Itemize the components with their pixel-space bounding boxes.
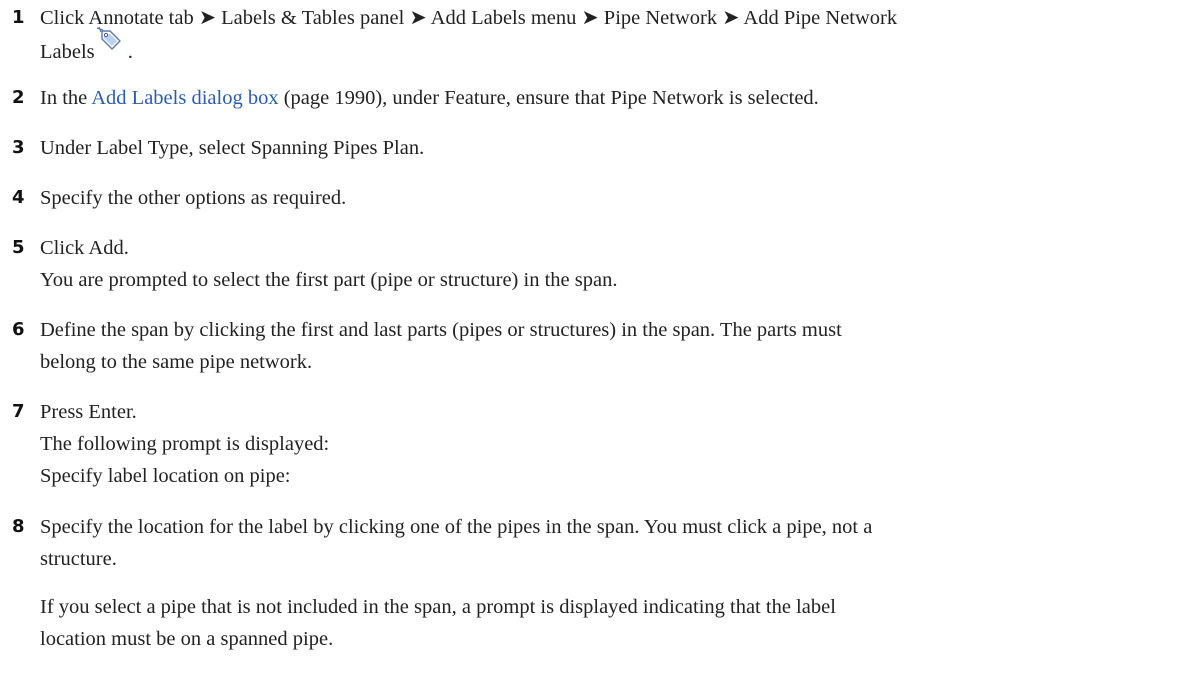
- step-text-post: (page 1990), under Feature, ensure that …: [278, 87, 819, 109]
- step-number: 1: [12, 7, 25, 28]
- step-text: Click Annotate tab ➤ Labels & Tables pan…: [40, 7, 898, 29]
- step-note-continued: location must be on a spanned pipe.: [40, 628, 334, 650]
- step-number: 6: [12, 319, 25, 340]
- step-number: 4: [12, 187, 25, 208]
- step-number: 7: [12, 401, 25, 422]
- step-text-continued: structure.: [40, 548, 117, 570]
- step-note: If you select a pipe that is not include…: [40, 596, 836, 618]
- add-pipe-network-labels-icon: [95, 26, 123, 50]
- step-text: In the Add Labels dialog box (page 1990)…: [40, 83, 1188, 113]
- step-text-continued: belong to the same pipe network.: [40, 351, 313, 373]
- document-page: 1 Click Annotate tab ➤ Labels & Tables p…: [0, 0, 1198, 675]
- step-text-pre: In the: [40, 87, 92, 109]
- step-number: 5: [12, 237, 25, 258]
- step-text: Press Enter.: [40, 401, 137, 423]
- step-note: The following prompt is displayed:: [40, 433, 330, 455]
- prompt-text: Specify label location on pipe:: [40, 465, 291, 487]
- step-number: 8: [12, 516, 25, 537]
- step-text-labels: Labels: [40, 41, 95, 63]
- step-note: You are prompted to select the first par…: [40, 269, 618, 291]
- step-number: 2: [12, 87, 25, 108]
- step-text: Click Add.: [40, 237, 129, 259]
- step-text: Under Label Type, select Spanning Pipes …: [40, 137, 425, 159]
- step-text: Specify the other options as required.: [40, 187, 347, 209]
- add-labels-dialog-link[interactable]: Add Labels dialog box: [91, 87, 278, 109]
- step-text-continued: Labels .: [40, 26, 1188, 67]
- step-text: Specify the location for the label by cl…: [40, 516, 873, 538]
- step-text: Define the span by clicking the first an…: [40, 319, 842, 341]
- step-number: 3: [12, 137, 25, 158]
- step-text-end: .: [122, 41, 133, 63]
